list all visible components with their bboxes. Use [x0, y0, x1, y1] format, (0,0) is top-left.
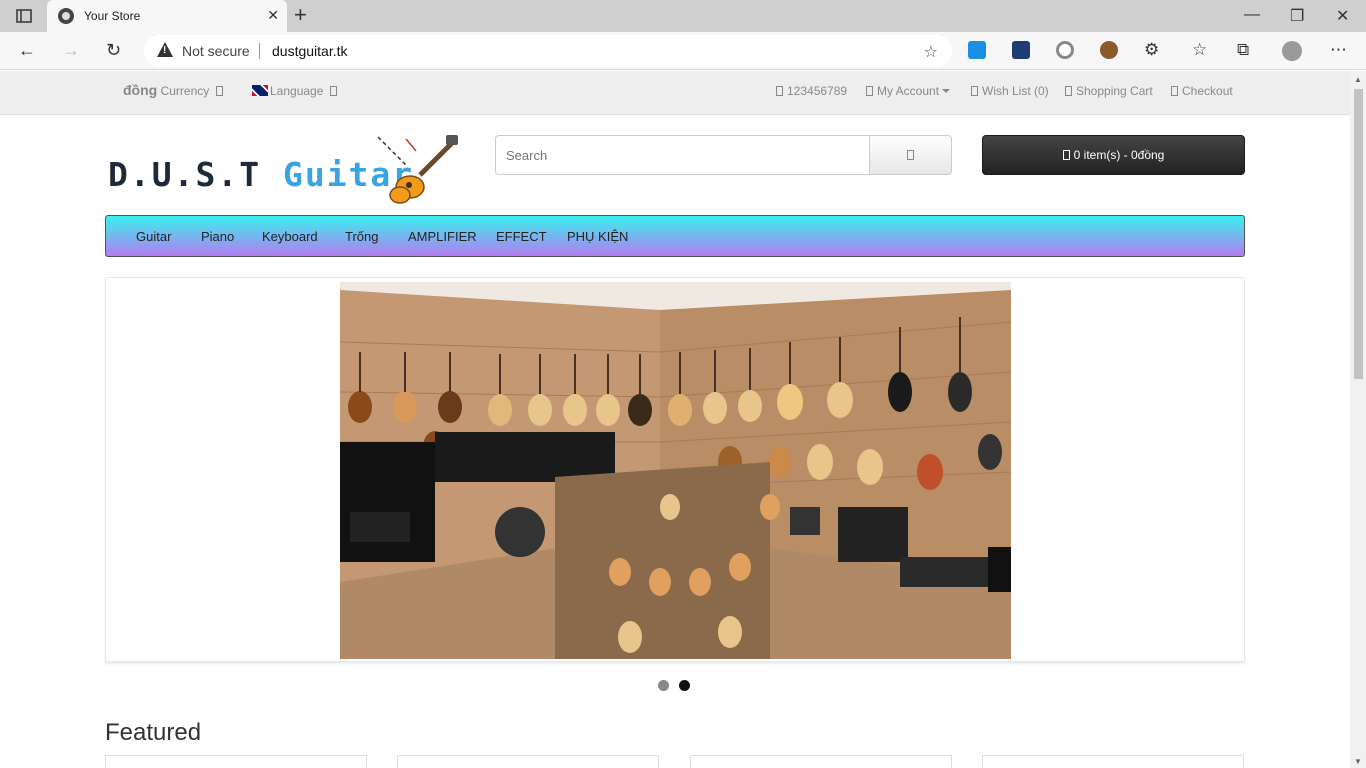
browser-address-bar: ← → ↻ Not secure dustguitar.tk ☆ ⚙ ☆ ⧉ ⋯	[0, 32, 1366, 70]
currency-dropdown[interactable]: đồng Currency	[123, 82, 227, 98]
tab-actions-icon[interactable]	[10, 6, 38, 26]
product-card[interactable]	[982, 755, 1244, 768]
carousel-dot-1[interactable]	[658, 680, 669, 691]
cart-summary: 0 item(s) - 0đồng	[1073, 148, 1165, 162]
menu-item-phu-kien[interactable]: PHỤ KIỆN	[567, 229, 628, 244]
wishlist-label: Wish List (0)	[982, 84, 1049, 98]
menu-item-keyboard[interactable]: Keyboard	[262, 229, 318, 244]
dropdown-caret-icon	[942, 89, 951, 93]
menu-item-piano[interactable]: Piano	[201, 229, 234, 244]
extension-f-icon[interactable]	[1056, 41, 1074, 59]
share-icon	[1171, 86, 1178, 96]
top-utility-bar: đồng Currency Language 123456789 My Acco…	[0, 71, 1350, 115]
cart-icon	[1065, 86, 1072, 96]
reload-icon[interactable]: ↻	[106, 40, 121, 61]
url-text[interactable]: dustguitar.tk	[272, 43, 348, 59]
cart-icon	[1062, 150, 1070, 160]
site-logo[interactable]: D.U.S.T Guitar	[108, 155, 414, 194]
tab-title: Your Store	[84, 9, 141, 23]
carousel-slide-image[interactable]	[340, 282, 1011, 659]
search-icon	[907, 150, 914, 160]
menu-item-amplifier[interactable]: AMPLIFIER	[408, 229, 477, 244]
browser-tab[interactable]: Your Store ✕	[47, 0, 287, 32]
shopping-cart-label: Shopping Cart	[1076, 84, 1153, 98]
minimize-icon[interactable]: —	[1244, 6, 1260, 24]
back-icon[interactable]: ←	[18, 40, 36, 61]
extension-drop-icon[interactable]	[968, 41, 986, 59]
browser-tab-bar: Your Store ✕ + — ❐ ✕	[0, 0, 1366, 32]
security-label[interactable]: Not secure	[182, 43, 250, 59]
wishlist-link[interactable]: Wish List (0)	[971, 84, 1049, 98]
scroll-down-icon[interactable]: ▼	[1354, 757, 1362, 766]
product-card[interactable]	[397, 755, 659, 768]
caret-icon	[215, 86, 223, 96]
language-dropdown[interactable]: Language	[252, 84, 341, 98]
cookie-extension-icon[interactable]	[1100, 41, 1118, 59]
search-button[interactable]	[869, 135, 952, 175]
banner-carousel	[105, 277, 1245, 662]
collections-icon[interactable]: ⧉	[1237, 40, 1249, 60]
shopping-cart-link[interactable]: Shopping Cart	[1065, 84, 1153, 98]
add-favorite-icon[interactable]: ☆	[924, 42, 938, 62]
guitar-logo-icon	[377, 135, 458, 204]
checkout-label: Checkout	[1182, 84, 1233, 98]
scrollbar-thumb[interactable]	[1354, 89, 1363, 379]
web-page: đồng Currency Language 123456789 My Acco…	[0, 71, 1350, 768]
language-label: Language	[270, 84, 324, 98]
phone-number: 123456789	[787, 84, 848, 98]
favorites-icon[interactable]: ☆	[1192, 40, 1207, 60]
phone-icon	[776, 86, 783, 96]
menu-item-trong[interactable]: Trống	[345, 229, 378, 244]
carousel-dot-2[interactable]	[679, 680, 690, 691]
user-icon	[866, 86, 873, 96]
currency-symbol: đồng	[123, 82, 158, 98]
product-card[interactable]	[690, 755, 952, 768]
profile-avatar-icon[interactable]	[1282, 41, 1302, 61]
uk-flag-icon	[252, 85, 268, 96]
search-input[interactable]	[495, 135, 870, 175]
tab-close-icon[interactable]: ✕	[267, 7, 279, 24]
my-account-label: My Account	[877, 84, 940, 98]
checkout-link[interactable]: Checkout	[1171, 84, 1233, 98]
warning-icon	[157, 42, 173, 57]
forward-icon[interactable]: →	[62, 40, 80, 61]
extension-j-icon[interactable]	[1012, 41, 1030, 59]
search-bar	[495, 135, 952, 175]
currency-label: Currency	[160, 84, 210, 98]
site-favicon-icon	[58, 8, 74, 24]
featured-heading: Featured	[105, 719, 202, 746]
heart-icon	[971, 86, 978, 96]
logo-text-dust: D.U.S.T	[108, 155, 262, 194]
menu-item-guitar[interactable]: Guitar	[136, 229, 171, 244]
menu-item-effect[interactable]: EFFECT	[496, 229, 547, 244]
url-field[interactable]: Not secure dustguitar.tk ☆	[144, 35, 952, 67]
scroll-up-icon[interactable]: ▲	[1354, 75, 1362, 84]
extensions-icon[interactable]: ⚙	[1144, 40, 1159, 60]
more-menu-icon[interactable]: ⋯	[1330, 40, 1347, 60]
window-close-icon[interactable]: ✕	[1336, 6, 1349, 26]
product-card[interactable]	[105, 755, 367, 768]
main-menu: Guitar Piano Keyboard Trống AMPLIFIER EF…	[105, 215, 1245, 257]
restore-icon[interactable]: ❐	[1290, 6, 1304, 26]
my-account-dropdown[interactable]: My Account	[866, 84, 951, 98]
new-tab-icon[interactable]: +	[294, 4, 307, 26]
page-scrollbar[interactable]: ▲ ▼	[1350, 71, 1366, 768]
cart-button[interactable]: 0 item(s) - 0đồng	[982, 135, 1245, 175]
caret-icon	[329, 86, 337, 96]
phone-link[interactable]: 123456789	[776, 84, 847, 98]
